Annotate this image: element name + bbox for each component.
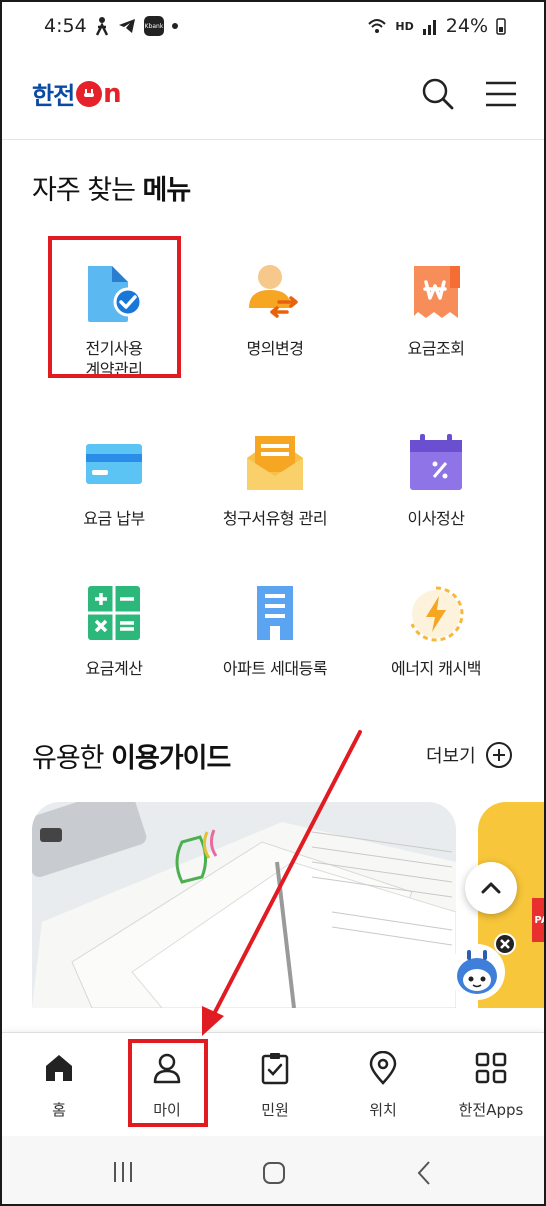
- home-system-icon[interactable]: [261, 1160, 287, 1186]
- annotation-arrow: [202, 730, 362, 1036]
- system-navigation-bar: [2, 1136, 544, 1204]
- recent-apps-icon[interactable]: [112, 1160, 134, 1184]
- phone-frame: 4:54 Kbank HD 24% 한전 n 자주 찾는 메뉴 전기사용 계약관…: [0, 0, 546, 1206]
- back-icon[interactable]: [416, 1160, 432, 1186]
